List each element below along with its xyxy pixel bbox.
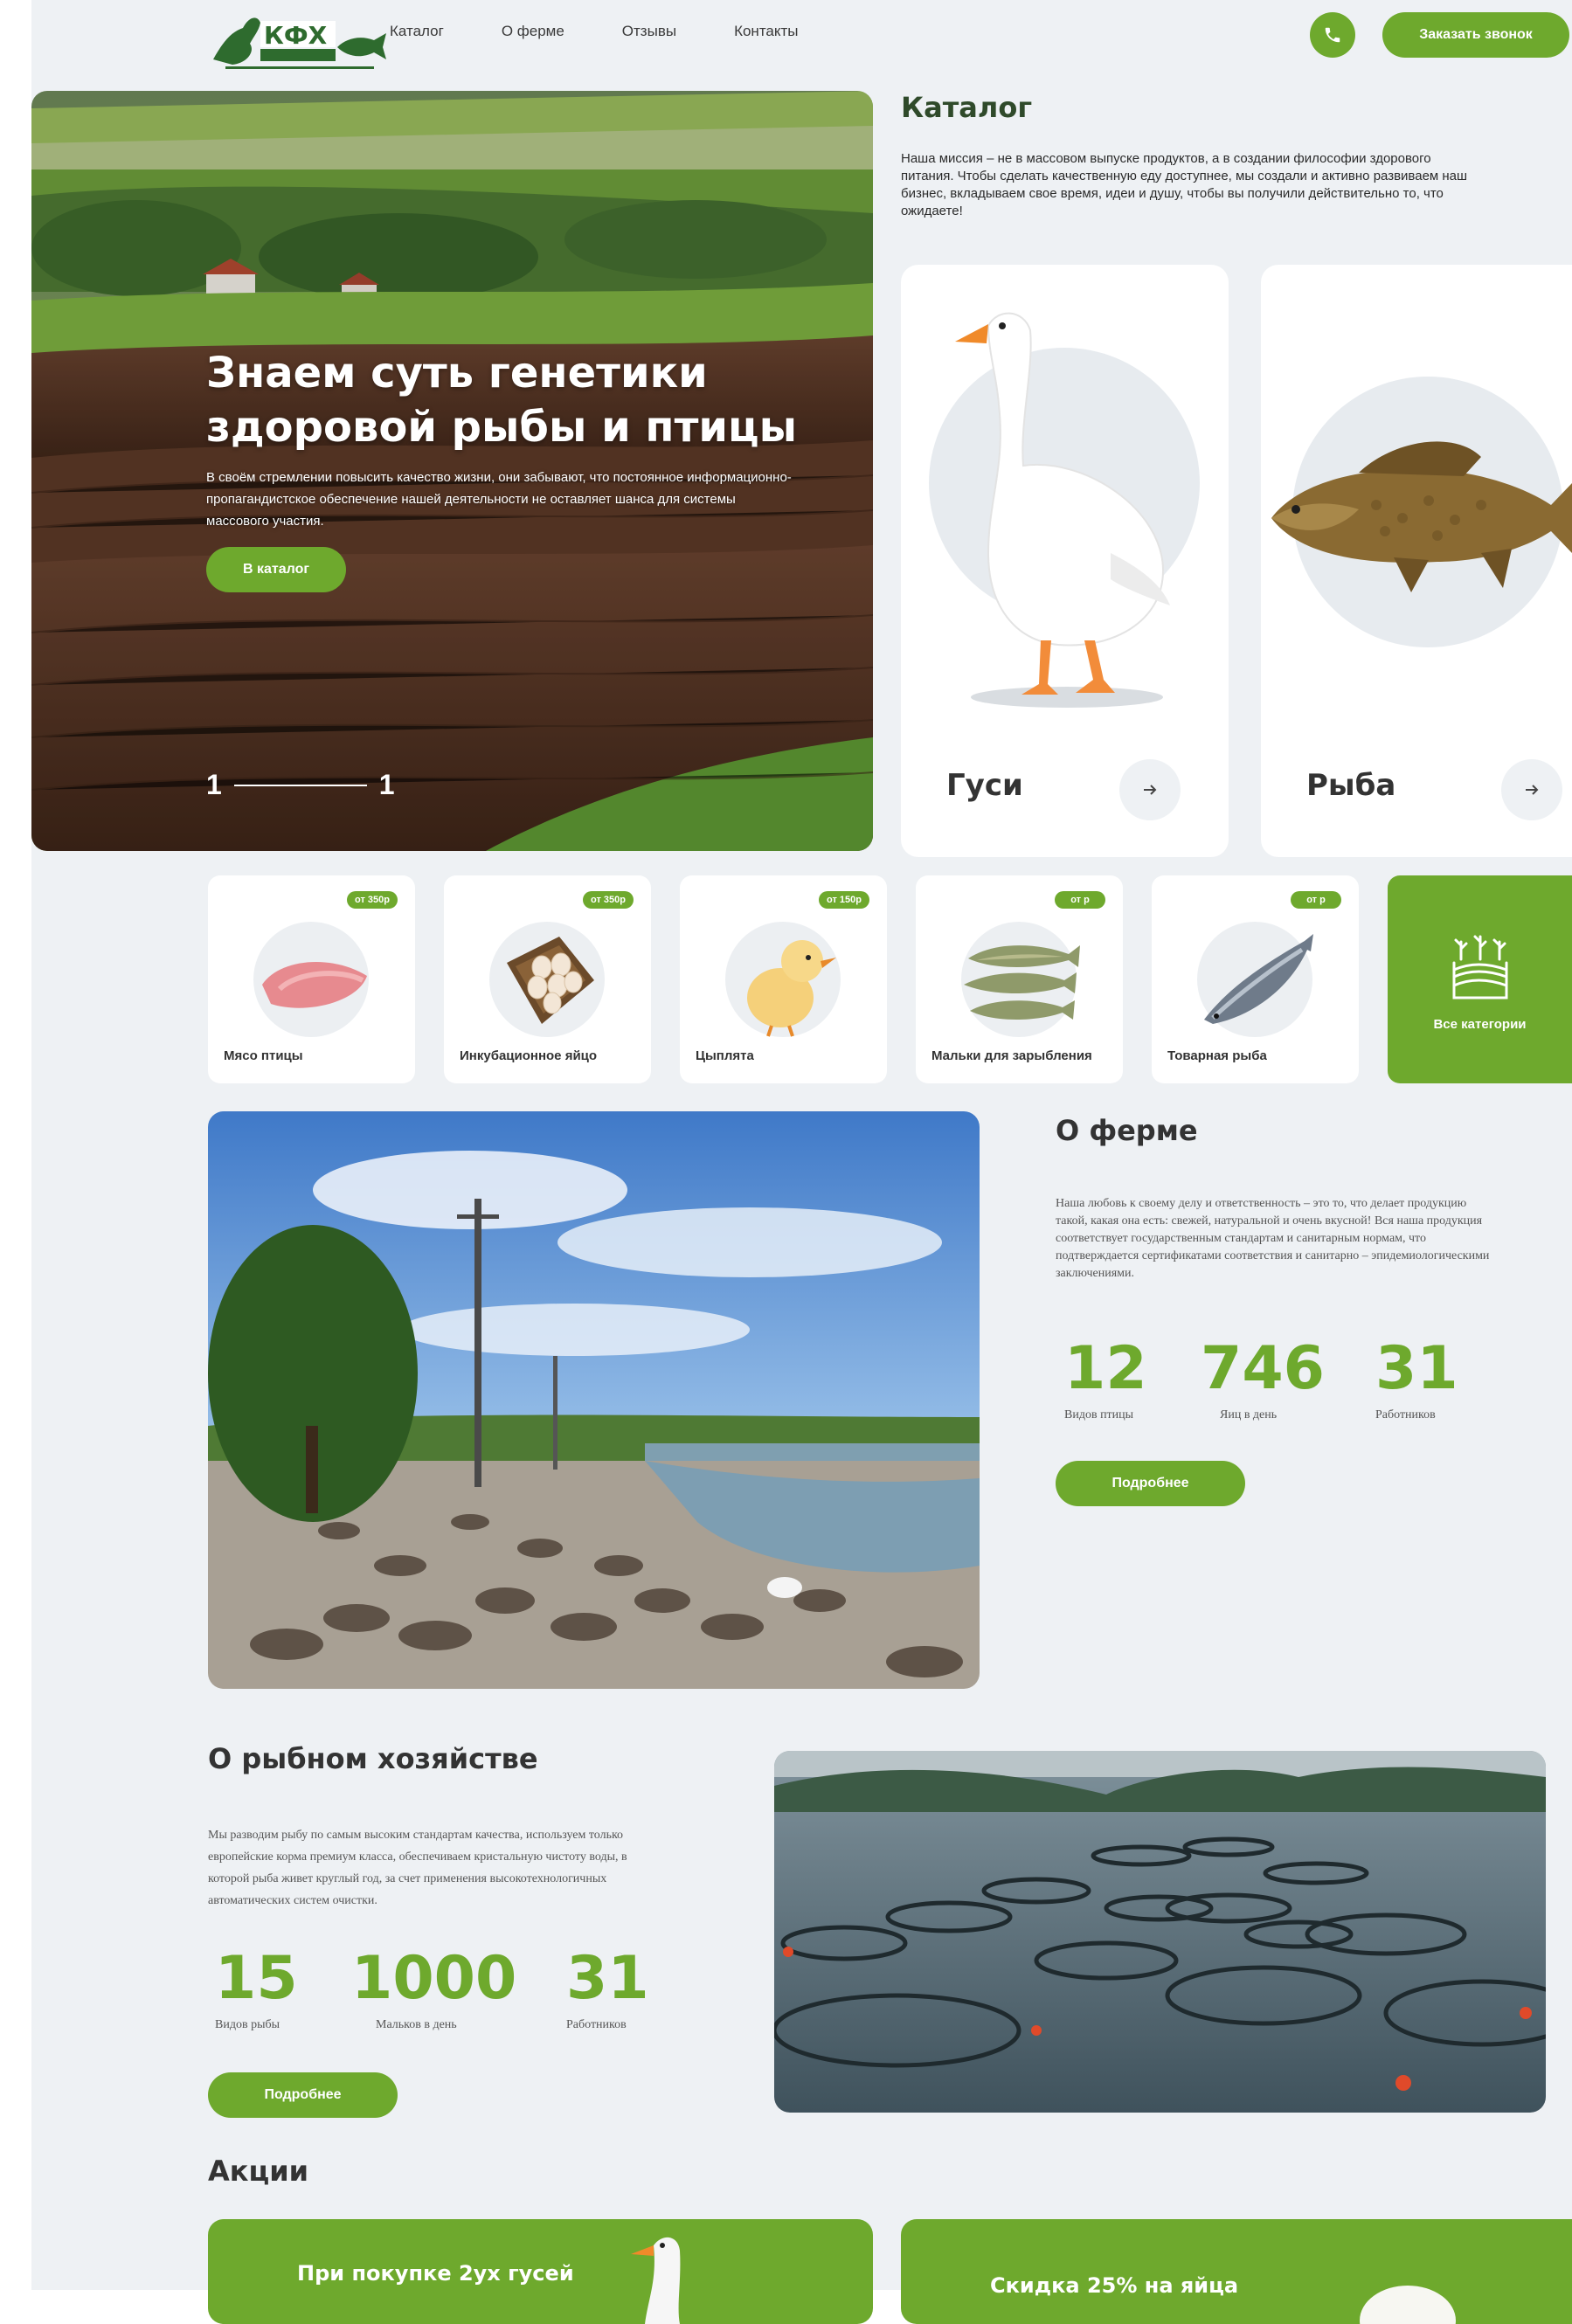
arrow-right-icon <box>1526 785 1539 795</box>
farm-more-button[interactable]: Подробнее <box>1056 1461 1245 1506</box>
category-label: Инкубационное яйцо <box>460 1048 598 1063</box>
fish-cages-photo <box>774 1751 1546 2113</box>
category-incubation-eggs[interactable]: от 350р Инкубационное яйцо <box>444 875 651 1083</box>
promotions-title: Акции <box>208 2155 309 2188</box>
card-arrow-button[interactable] <box>1501 759 1562 820</box>
farm-stat-workers: 31 Работников <box>1375 1337 1458 1422</box>
price-badge: от 350р <box>347 891 398 909</box>
card-title: Гуси <box>946 768 1023 803</box>
hero-title: Знаем суть генетики здоровой рыбы и птиц… <box>206 349 798 452</box>
arrow-right-icon <box>1144 785 1157 795</box>
card-arrow-button[interactable] <box>1119 759 1181 820</box>
stat-value: 1000 <box>351 1944 517 2013</box>
stat-label: Мальков в день <box>376 2018 457 2031</box>
category-market-fish[interactable]: от р Товарная рыба <box>1152 875 1359 1083</box>
stat-value: 15 <box>215 1944 298 2013</box>
hero-description: В своём стремлении повысить качество жиз… <box>206 470 792 529</box>
hero-banner: Знаем суть генетики здоровой рыбы и птиц… <box>31 91 873 851</box>
goose-image <box>955 312 1170 708</box>
page: КФХ Каталог О ферме Отзывы Контакты Зака… <box>31 0 1572 2324</box>
fish-farm-title: О рыбном хозяйстве <box>208 1742 538 1775</box>
svg-text:КФХ: КФХ <box>264 21 328 50</box>
site-header: КФХ Каталог О ферме Отзывы Контакты Зака… <box>31 0 1572 89</box>
to-catalog-button[interactable]: В каталог <box>206 547 346 592</box>
promo-card-geese[interactable]: При покупке 2ух гусей <box>208 2219 873 2324</box>
stat-value: 12 <box>1064 1334 1147 1403</box>
farm-field-icon <box>1452 935 1508 999</box>
egg-basket-image <box>507 937 594 1024</box>
stat-label: Работников <box>566 2018 627 2031</box>
price-badge: от 350р <box>583 891 634 909</box>
stat-value: 746 <box>1201 1334 1325 1403</box>
goose-promo-image <box>631 2237 681 2324</box>
slider-progress-line <box>233 784 367 786</box>
slide-current: 1 <box>206 769 222 800</box>
stat-label: Видов птицы <box>1064 1408 1134 1421</box>
category-poultry-meat[interactable]: от 350р Мясо птицы <box>208 875 415 1083</box>
logo[interactable]: КФХ <box>206 5 390 73</box>
stat-label: Яиц в день <box>1220 1408 1278 1421</box>
category-label: Товарная рыба <box>1167 1048 1267 1063</box>
card-title: Рыба <box>1306 768 1396 803</box>
category-label: Мясо птицы <box>224 1048 303 1063</box>
farm-stat-eggs-per-day: 746 Яиц в день <box>1201 1337 1325 1422</box>
stat-value: 31 <box>566 1944 649 2013</box>
carp-image <box>1271 441 1572 592</box>
stat-label: Работников <box>1375 1408 1436 1421</box>
category-label: Мальки для зарыбления <box>931 1048 1092 1063</box>
poultry-meat-image <box>262 961 367 1008</box>
fish-stat-workers: 31 Работников <box>566 1947 649 2032</box>
main-nav: Каталог О ферме Отзывы Контакты <box>390 23 856 40</box>
nav-contacts[interactable]: Контакты <box>734 23 798 40</box>
all-categories-button[interactable]: Все категории <box>1388 875 1572 1083</box>
slider-counter: 1 1 <box>206 769 395 801</box>
catalog-description: Наша миссия – не в массовом выпуске прод… <box>901 151 1468 218</box>
order-call-button[interactable]: Заказать звонок <box>1382 12 1569 58</box>
chick-image <box>747 940 836 1037</box>
price-badge: от р <box>1291 891 1341 909</box>
price-badge: от р <box>1055 891 1105 909</box>
phone-icon <box>1325 27 1340 43</box>
category-label: Цыплята <box>696 1048 754 1063</box>
fish-stat-fry-per-day: 1000 Мальков в день <box>351 1947 516 2032</box>
fish-more-button[interactable]: Подробнее <box>208 2072 398 2118</box>
promo-card-eggs[interactable]: Скидка 25% на яйца <box>901 2219 1572 2324</box>
category-chicks[interactable]: от 150р Цыплята <box>680 875 887 1083</box>
slide-total: 1 <box>378 769 395 800</box>
stat-value: 31 <box>1375 1334 1458 1403</box>
catalog-title: Каталог <box>901 91 1033 124</box>
nav-reviews[interactable]: Отзывы <box>622 23 676 40</box>
farm-stat-bird-species: 12 Видов птицы <box>1064 1337 1147 1422</box>
catalog-card-fish[interactable]: Рыба <box>1261 265 1572 857</box>
fish-stat-species: 15 Видов рыбы <box>215 1947 298 2032</box>
market-fish-image <box>1204 934 1313 1024</box>
category-fry-stocking[interactable]: от р Мальки для зарыбления <box>916 875 1123 1083</box>
farm-geese-photo <box>208 1111 980 1689</box>
price-badge: от 150р <box>819 891 869 909</box>
catalog-card-geese[interactable]: Гуси <box>901 265 1229 857</box>
phone-button[interactable] <box>1310 12 1355 58</box>
all-categories-label: Все категории <box>1433 1017 1527 1032</box>
farm-description: Наша любовь к своему делу и ответственно… <box>1056 1197 1490 1280</box>
farm-title: О ферме <box>1056 1114 1198 1147</box>
nav-catalog[interactable]: Каталог <box>390 23 444 40</box>
stat-label: Видов рыбы <box>215 2018 280 2031</box>
fish-farm-description: Мы разводим рыбу по самым высоким станда… <box>208 1829 627 1907</box>
fry-fish-image <box>964 945 1080 1020</box>
promo-text: Скидка 25% на яйца <box>990 2273 1239 2298</box>
nav-about-farm[interactable]: О ферме <box>502 23 564 40</box>
promo-text: При покупке 2ух гусей <box>297 2261 574 2286</box>
egg-promo-image <box>1360 2286 1456 2324</box>
